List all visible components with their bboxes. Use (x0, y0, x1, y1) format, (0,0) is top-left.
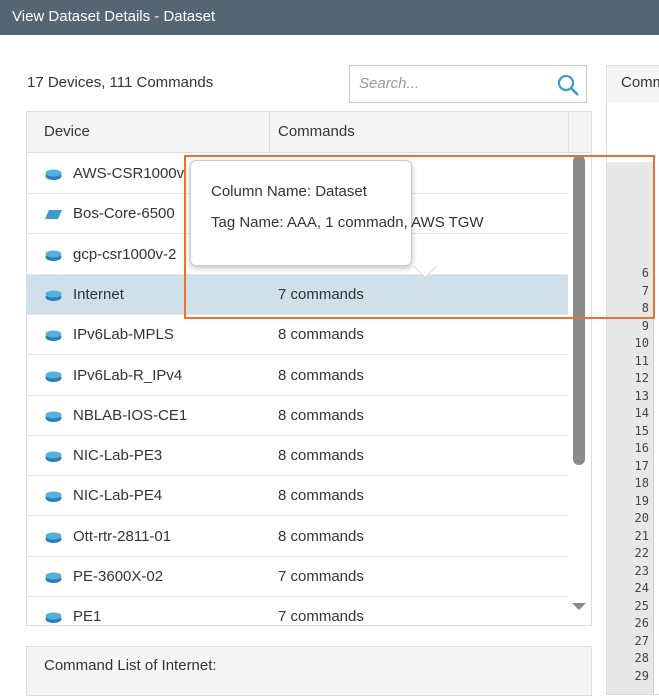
router-icon (45, 169, 62, 180)
scroll-down-arrow-icon[interactable] (572, 603, 586, 610)
command-count: 7 commands (278, 285, 364, 303)
router-icon (45, 411, 62, 422)
device-name: NBLAB-IOS-CE1 (73, 406, 188, 424)
line-number: 28 (634, 651, 649, 665)
command-panel-header: Comm (607, 66, 659, 102)
table-row[interactable]: Internet 7 commands (27, 274, 568, 315)
line-number: 9 (641, 318, 649, 333)
device-name: PE-3600X-02 (73, 568, 164, 585)
router-icon (45, 290, 62, 301)
line-number: 8 (641, 301, 649, 315)
scrollbar-thumb[interactable] (573, 155, 585, 465)
table-row[interactable]: PE1 7 commands (27, 597, 568, 626)
line-number: 26 (634, 616, 649, 630)
table-row[interactable]: IPv6Lab-MPLS 8 commands (27, 315, 568, 356)
line-number: 23 (634, 563, 649, 578)
command-count: 8 commands (278, 326, 364, 344)
line-number: 6 (641, 266, 649, 280)
line-number: 12 (634, 371, 649, 385)
line-number: 20 (634, 511, 649, 525)
column-header-device[interactable]: Device (44, 123, 90, 140)
line-number: 10 (634, 336, 649, 350)
table-row[interactable]: NBLAB-IOS-CE1 8 commands (27, 396, 568, 436)
dialog-title: View Dataset Details - Dataset (0, 0, 659, 35)
line-number: 25 (634, 598, 649, 613)
command-panel: Comm 6 7 8 9 10 11 12 13 14 15 16 17 18 19 20 21 22 23 24 2… (606, 65, 659, 695)
line-number: 7 (641, 283, 649, 298)
device-name: IPv6Lab-MPLS (73, 326, 174, 344)
router-icon (45, 572, 62, 583)
device-name: PE1 (73, 608, 102, 626)
grid-header: Device Commands (27, 112, 591, 153)
command-count: 7 commands (278, 608, 364, 626)
table-row[interactable]: NIC-Lab-PE4 8 commands (27, 476, 568, 517)
search-input[interactable]: Search... (349, 65, 587, 103)
line-number: 15 (634, 423, 649, 438)
table-row[interactable]: PE-3600X-02 7 commands (27, 557, 568, 597)
line-number: 18 (634, 476, 649, 490)
device-name: Internet (73, 285, 124, 303)
device-name: NIC-Lab-PE4 (73, 487, 163, 505)
line-number: 24 (634, 581, 649, 595)
device-name: IPv6Lab-R_IPv4 (73, 366, 183, 384)
command-count: 8 commands (278, 447, 364, 465)
line-number: 27 (634, 633, 649, 648)
line-number: 14 (634, 406, 649, 420)
router-icon (45, 532, 62, 543)
line-number: 22 (634, 546, 649, 560)
table-row[interactable]: Ott-rtr-2811-01 8 commands (27, 517, 568, 557)
line-number: 13 (634, 388, 649, 403)
router-icon (45, 451, 62, 463)
tooltip: Column Name: Dataset Tag Name: AAA, 1 co… (190, 160, 484, 277)
search-icon[interactable] (556, 73, 580, 97)
line-number-gutter: 6 7 8 9 10 11 12 13 14 15 16 17 18 19 20 21 22 23 24 25 26 27… (607, 162, 654, 694)
line-number: 17 (634, 458, 649, 473)
search-placeholder: Search... (359, 75, 420, 92)
command-count: 8 commands (278, 406, 364, 424)
router-icon (45, 330, 62, 342)
command-count: 8 commands (278, 487, 364, 505)
table-row[interactable]: IPv6Lab-R_IPv4 8 commands (27, 356, 568, 396)
table-row[interactable]: NIC-Lab-PE3 8 commands (27, 436, 568, 477)
line-number: 21 (634, 528, 649, 543)
line-number: 29 (634, 668, 649, 683)
switch-icon (45, 210, 62, 220)
command-count: 8 commands (278, 366, 364, 384)
device-name: AWS-CSR1000v (73, 165, 185, 182)
router-icon (45, 371, 62, 382)
scrollbar[interactable] (568, 153, 591, 625)
device-name: gcp-csr1000v-2 (73, 245, 177, 263)
tooltip-tag-name: Tag Name: AAA, 1 commadn, AWS TGW (211, 214, 484, 231)
line-number: 19 (634, 493, 649, 508)
column-divider (269, 112, 270, 152)
tooltip-arrow (413, 265, 437, 277)
command-count: 8 commands (278, 527, 364, 545)
tooltip-column-name: Column Name: Dataset (211, 183, 367, 200)
line-number: 16 (634, 441, 649, 455)
device-name: Bos-Core-6500 (73, 205, 175, 223)
column-header-commands[interactable]: Commands (278, 123, 355, 140)
device-name: Ott-rtr-2811-01 (73, 527, 172, 545)
router-icon (45, 612, 62, 624)
device-name: NIC-Lab-PE3 (73, 447, 163, 465)
command-list-header: Command List of Internet: (26, 646, 592, 696)
column-divider (568, 112, 569, 152)
router-icon (45, 491, 62, 503)
router-icon (45, 250, 62, 261)
command-count: 7 commands (278, 568, 364, 585)
line-number: 11 (634, 353, 649, 368)
summary-text: 17 Devices, 111 Commands (27, 74, 214, 91)
